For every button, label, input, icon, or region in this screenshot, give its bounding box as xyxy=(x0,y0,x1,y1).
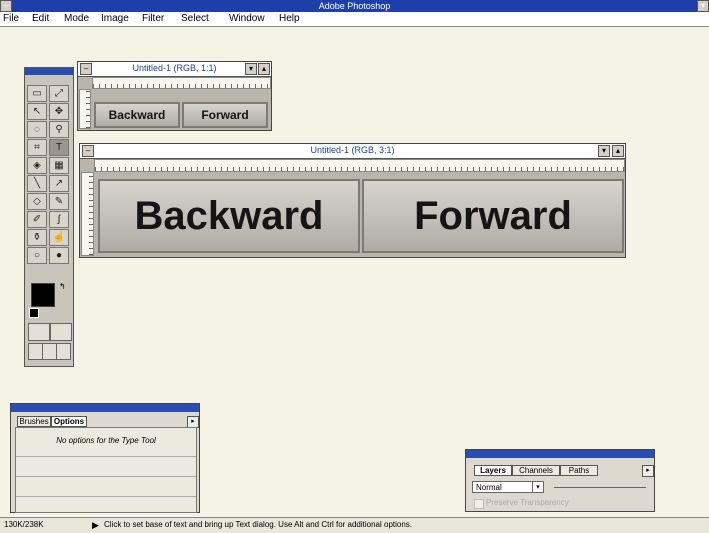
screen-mode-standard-icon[interactable] xyxy=(28,343,43,360)
small-doc-vertical-ruler xyxy=(79,89,91,129)
blend-mode-select[interactable]: Normal ▾ xyxy=(472,481,544,493)
options-palette-title-bar[interactable] xyxy=(11,404,199,412)
zoom-tool-icon[interactable]: ⚲ xyxy=(49,121,69,138)
tab-paths[interactable]: Paths xyxy=(560,465,598,476)
app-title: Adobe Photoshop xyxy=(318,1,391,11)
paint-bucket-icon[interactable]: ◈ xyxy=(27,157,47,174)
screen-mode-full-icon[interactable] xyxy=(56,343,71,360)
opacity-slider[interactable] xyxy=(554,487,646,488)
move-tool-icon[interactable]: ⤢ xyxy=(49,85,69,102)
screen-mode-full-menu-icon[interactable] xyxy=(42,343,57,360)
menu-image[interactable]: Image xyxy=(101,13,129,25)
small-forward-graphic: Forward xyxy=(182,102,268,128)
large-doc-maximize-icon[interactable]: ▴ xyxy=(612,145,624,157)
options-palette: Brushes Options ▸ No options for the Typ… xyxy=(10,403,200,513)
status-hint: Click to set base of text and bring up T… xyxy=(104,520,413,529)
status-arrow-icon[interactable]: ▶ xyxy=(92,518,99,532)
app-title-bar: – Adobe Photoshop ▾ xyxy=(0,0,709,12)
options-divider-3 xyxy=(16,496,196,497)
status-bar: 130K/238K ▶ Click to set base of text an… xyxy=(0,517,709,533)
document-window-small: – Untitled-1 (RGB, 1:1) ▾ ▴ Backward For… xyxy=(77,61,272,131)
magic-wand-icon[interactable]: ◌ xyxy=(27,121,47,138)
menu-select[interactable]: Select xyxy=(181,13,209,25)
layers-palette-menu-icon[interactable]: ▸ xyxy=(642,465,654,477)
eraser-tool-icon[interactable]: ◇ xyxy=(27,193,47,210)
tab-channels[interactable]: Channels xyxy=(512,465,560,476)
gradient-tool-icon[interactable]: ▦ xyxy=(49,157,69,174)
airbrush-icon[interactable]: ✐ xyxy=(27,211,47,228)
eyedropper-icon[interactable]: ↗ xyxy=(49,175,69,192)
menu-file[interactable]: File xyxy=(3,13,19,25)
small-doc-horizontal-ruler xyxy=(92,77,271,89)
tab-layers[interactable]: Layers xyxy=(474,465,512,476)
burn-tool-icon[interactable]: ● xyxy=(49,247,69,264)
scroll-arrows-icon[interactable]: ▾ xyxy=(697,0,709,12)
quick-mask-icon[interactable] xyxy=(50,323,72,341)
default-colors-icon[interactable] xyxy=(29,308,39,318)
standard-mode-icon[interactable] xyxy=(28,323,50,341)
large-backward-graphic: Backward xyxy=(98,179,360,253)
blend-mode-dropdown-icon[interactable]: ▾ xyxy=(532,482,543,492)
small-backward-graphic: Backward xyxy=(94,102,180,128)
lasso-tool-icon[interactable]: ↖ xyxy=(27,103,47,120)
menu-edit[interactable]: Edit xyxy=(32,13,49,25)
tab-brushes[interactable]: Brushes xyxy=(17,416,51,427)
toolbox: ▭ ⤢ ↖ ✥ ◌ ⚲ ⌗ T ◈ ▦ ╲ ↗ ◇ ✎ ✐ ʃ ⚱ ☝ ○ ● … xyxy=(24,67,74,367)
options-divider-1 xyxy=(16,456,196,457)
small-doc-title: Untitled-1 (RGB, 1:1) xyxy=(132,63,217,73)
preserve-transparency-checkbox[interactable] xyxy=(474,499,484,509)
marquee-tool-icon[interactable]: ▭ xyxy=(27,85,47,102)
type-tool-icon[interactable]: T xyxy=(49,139,69,156)
toolbox-title-bar[interactable] xyxy=(25,68,73,75)
smudge-tool-icon[interactable]: ☝ xyxy=(49,229,69,246)
dodge-tool-icon[interactable]: ○ xyxy=(27,247,47,264)
small-doc-maximize-icon[interactable]: ▴ xyxy=(258,63,270,75)
foreground-color-swatch[interactable] xyxy=(31,283,55,307)
crop-tool-icon[interactable]: ⌗ xyxy=(27,139,47,156)
menu-filter[interactable]: Filter xyxy=(142,13,164,25)
layers-palette: Layers Channels Paths ▸ Normal ▾ Preserv… xyxy=(465,449,655,512)
small-doc-minimize-icon[interactable]: ▾ xyxy=(245,63,257,75)
layers-palette-title-bar[interactable] xyxy=(466,450,654,458)
small-doc-title-bar[interactable]: – Untitled-1 (RGB, 1:1) ▾ ▴ xyxy=(78,62,271,77)
large-doc-horizontal-ruler xyxy=(94,159,625,172)
large-doc-title-bar[interactable]: – Untitled-1 (RGB, 3:1) ▾ ▴ xyxy=(80,144,625,159)
menu-bar: File Edit Mode Image Filter Select Windo… xyxy=(0,12,709,27)
large-doc-minimize-icon[interactable]: ▾ xyxy=(598,145,610,157)
menu-window[interactable]: Window xyxy=(229,13,265,25)
menu-mode[interactable]: Mode xyxy=(64,13,89,25)
options-palette-content: No options for the Type Tool xyxy=(15,427,197,513)
large-doc-vertical-ruler xyxy=(81,172,94,256)
status-doc-size: 130K/238K xyxy=(4,520,44,529)
tab-options[interactable]: Options xyxy=(51,416,87,427)
brush-tool-icon[interactable]: ʃ xyxy=(49,211,69,228)
hand-tool-icon[interactable]: ✥ xyxy=(49,103,69,120)
large-forward-graphic: Forward xyxy=(362,179,624,253)
rubber-stamp-icon[interactable]: ⚱ xyxy=(27,229,47,246)
system-menu-icon[interactable]: – xyxy=(0,0,12,12)
pencil-tool-icon[interactable]: ✎ xyxy=(49,193,69,210)
line-tool-icon[interactable]: ╲ xyxy=(27,175,47,192)
large-doc-title: Untitled-1 (RGB, 3:1) xyxy=(310,145,395,155)
menu-help[interactable]: Help xyxy=(279,13,300,25)
options-message: No options for the Type Tool xyxy=(56,436,156,445)
blend-mode-value: Normal xyxy=(476,483,502,492)
preserve-transparency-label: Preserve Transparency xyxy=(486,498,569,507)
options-divider-2 xyxy=(16,476,196,477)
document-window-large: – Untitled-1 (RGB, 3:1) ▾ ▴ Backward For… xyxy=(79,143,626,258)
swap-colors-icon[interactable]: ↰ xyxy=(59,282,66,291)
